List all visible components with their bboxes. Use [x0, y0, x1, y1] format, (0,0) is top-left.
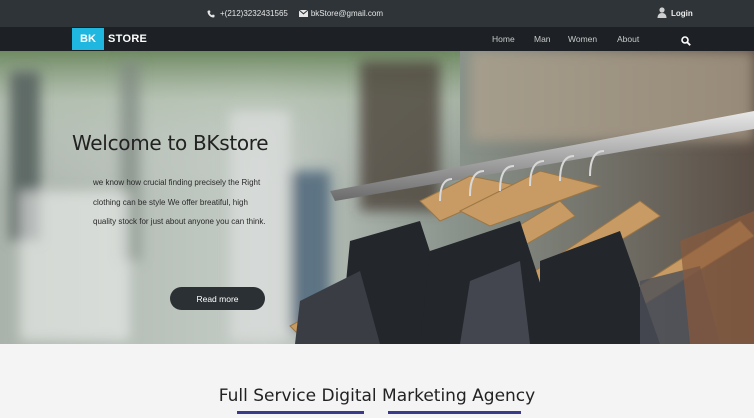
section-title: Full Service Digital Marketing Agency — [218, 386, 536, 406]
hero-title: Welcome to BKstore — [72, 131, 269, 155]
envelope-icon — [298, 9, 309, 18]
phone-icon — [207, 10, 215, 18]
read-more-button[interactable]: Read more — [170, 287, 265, 310]
top-bar: +(212)3232431565 bkStore@gmail.com Login — [0, 0, 754, 27]
nav-man[interactable]: Man — [534, 34, 551, 44]
logo-badge: BK — [72, 28, 104, 50]
contact-info: +(212)3232431565 bkStore@gmail.com — [207, 9, 383, 18]
main-navbar: BK STORE Home Man Women About — [0, 27, 754, 51]
nav-women[interactable]: Women — [568, 34, 597, 44]
login-link[interactable]: Login — [657, 7, 693, 20]
email-address: bkStore@gmail.com — [310, 9, 383, 18]
login-label: Login — [671, 9, 693, 18]
title-underline-left — [237, 411, 364, 414]
store-logo[interactable]: BK STORE — [72, 27, 147, 51]
logo-text: STORE — [108, 33, 148, 45]
search-icon[interactable] — [681, 33, 691, 51]
services-section: Full Service Digital Marketing Agency — [0, 344, 754, 418]
hero-description: we know how crucial finding precisely th… — [93, 178, 266, 226]
page: +(212)3232431565 bkStore@gmail.com Login… — [0, 0, 754, 418]
user-icon — [657, 7, 667, 20]
phone-number: +(212)3232431565 — [220, 9, 288, 18]
nav-about[interactable]: About — [617, 34, 639, 44]
title-underline-right — [388, 411, 521, 414]
nav-home[interactable]: Home — [492, 34, 515, 44]
hero-banner: Welcome to BKstore we know how crucial f… — [0, 51, 754, 344]
